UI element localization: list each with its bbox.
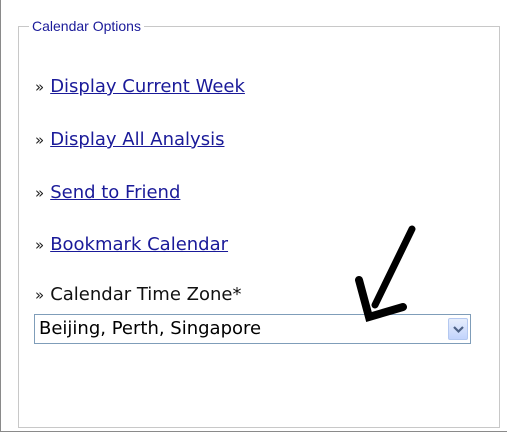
send-to-friend-link[interactable]: Send to Friend [50, 182, 180, 203]
display-all-analysis-link[interactable]: Display All Analysis [50, 129, 224, 150]
bookmark-calendar-link[interactable]: Bookmark Calendar [50, 234, 228, 255]
timezone-label-row: » Calendar Time Zone* [35, 284, 241, 305]
calendar-options-legend: Calendar Options [32, 18, 141, 34]
timezone-selected-value: Beijing, Perth, Singapore [39, 318, 262, 339]
bullet-icon: » [35, 236, 45, 254]
bullet-icon: » [35, 131, 45, 149]
chevron-down-icon [453, 326, 464, 334]
option-row-send-to-friend: » Send to Friend [35, 182, 180, 203]
option-row-display-current-week: » Display Current Week [35, 76, 245, 97]
bullet-icon: » [35, 78, 45, 96]
timezone-label: Calendar Time Zone* [50, 284, 242, 305]
timezone-dropdown-button[interactable] [448, 318, 468, 340]
bullet-icon: » [35, 184, 45, 202]
arrow-annotation-icon [355, 225, 416, 322]
option-row-bookmark-calendar: » Bookmark Calendar [35, 234, 228, 255]
display-current-week-link[interactable]: Display Current Week [50, 76, 245, 97]
bullet-icon: » [35, 286, 45, 304]
option-row-display-all-analysis: » Display All Analysis [35, 129, 224, 150]
